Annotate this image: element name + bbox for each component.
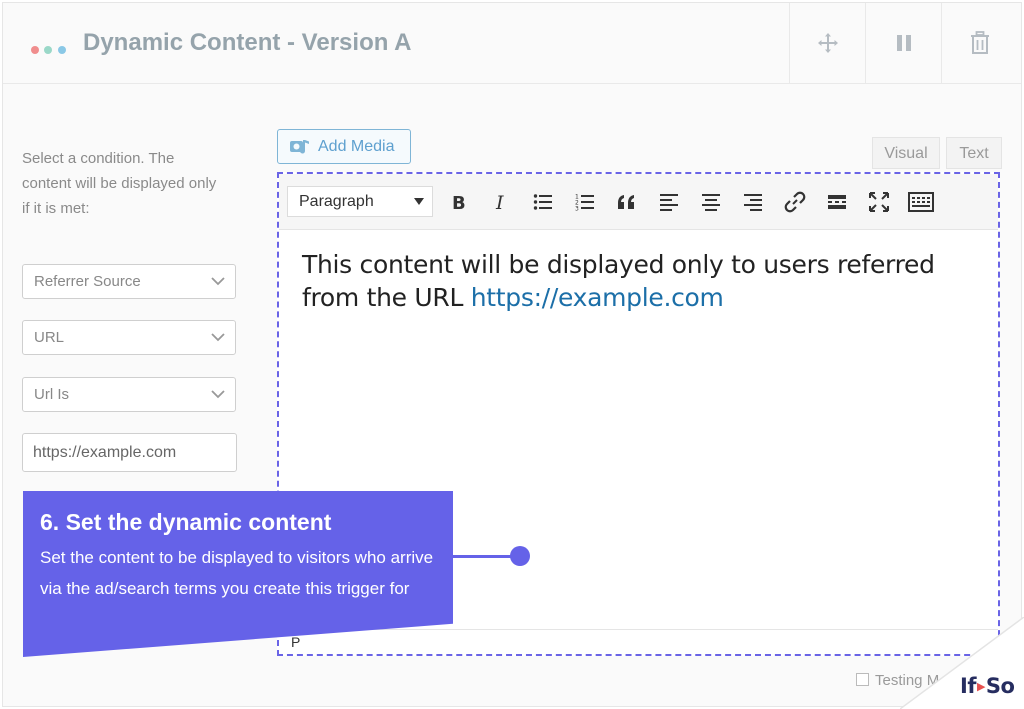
url-operator-select[interactable]: Url Is <box>22 377 236 412</box>
ifso-logo: If▶So <box>960 674 1015 698</box>
chevron-down-icon <box>211 333 225 342</box>
dot-red <box>31 46 39 54</box>
dot-blue <box>57 46 66 54</box>
align-center-button[interactable] <box>699 190 723 214</box>
condition-instructions: Select a condition. The content will be … <box>22 150 217 217</box>
numbered-list-icon: 1 2 3 <box>575 194 594 212</box>
pause-icon <box>896 35 911 51</box>
fullscreen-button[interactable] <box>867 190 891 214</box>
callout-title: 6. Set the dynamic content <box>40 509 332 535</box>
select-value: URL <box>34 329 65 346</box>
fullscreen-icon <box>869 192 889 212</box>
svg-text:B: B <box>452 193 466 211</box>
read-more-button[interactable] <box>825 190 849 214</box>
align-center-icon <box>702 194 720 211</box>
numbered-list-button[interactable]: 1 2 3 <box>573 190 597 214</box>
callout-body: Set the content to be displayed to visit… <box>40 548 434 598</box>
link-icon <box>784 191 806 213</box>
align-right-button[interactable] <box>741 190 765 214</box>
read-more-icon <box>828 195 846 209</box>
trash-icon <box>970 31 989 54</box>
version-dots <box>31 41 67 59</box>
svg-text:3: 3 <box>575 206 579 212</box>
media-icon <box>290 140 309 154</box>
chevron-down-icon <box>211 390 225 399</box>
delete-button[interactable] <box>941 3 1017 83</box>
select-value: Url Is <box>34 386 69 403</box>
editor-content[interactable]: This content will be displayed only to u… <box>302 248 962 314</box>
version-title: Dynamic Content - Version A <box>83 29 412 56</box>
content-link[interactable]: https://example.com <box>471 283 724 312</box>
align-left-icon <box>660 194 678 211</box>
blockquote-button[interactable] <box>615 190 639 214</box>
checkbox-icon <box>856 673 869 686</box>
dot-green <box>44 46 53 54</box>
logo-right: So <box>985 674 1015 698</box>
version-header: Dynamic Content - Version A <box>3 3 1021 84</box>
pause-button[interactable] <box>865 3 941 83</box>
bold-icon: B <box>452 193 466 211</box>
format-select[interactable]: Paragraph <box>287 186 433 217</box>
add-media-button[interactable]: Add Media <box>277 129 411 164</box>
caret-down-icon <box>414 198 424 205</box>
move-icon <box>817 33 838 53</box>
toolbar-toggle-icon <box>908 192 934 212</box>
chevron-down-icon <box>211 277 225 286</box>
format-select-value: Paragraph <box>299 193 374 210</box>
align-left-button[interactable] <box>657 190 681 214</box>
element-path[interactable]: P <box>291 634 300 650</box>
editor-status-bar: P <box>279 629 998 654</box>
link-button[interactable] <box>783 190 807 214</box>
italic-button[interactable]: I <box>489 190 513 214</box>
add-media-label: Add Media <box>318 138 395 155</box>
logo-arrow-icon: ▶ <box>976 680 985 693</box>
move-button[interactable] <box>789 3 865 83</box>
url-type-select[interactable]: URL <box>22 320 236 355</box>
tab-visual[interactable]: Visual <box>872 137 940 169</box>
bold-button[interactable]: B <box>447 190 471 214</box>
tab-text[interactable]: Text <box>946 137 1002 169</box>
referrer-source-select[interactable]: Referrer Source <box>22 264 236 299</box>
svg-text:I: I <box>495 193 504 211</box>
bullet-list-button[interactable] <box>531 190 555 214</box>
align-right-icon <box>744 194 762 211</box>
callout-connector-dot <box>510 546 530 566</box>
blockquote-icon <box>618 195 634 209</box>
logo-left: If <box>960 674 976 698</box>
bullet-list-icon <box>533 194 552 210</box>
url-value-input[interactable]: https://example.com <box>22 433 237 472</box>
italic-icon: I <box>495 193 504 211</box>
select-value: Referrer Source <box>34 273 141 290</box>
editor-toolbar: Paragraph B I 1 2 3 <box>279 174 998 230</box>
toolbar-toggle-button[interactable] <box>907 190 935 214</box>
